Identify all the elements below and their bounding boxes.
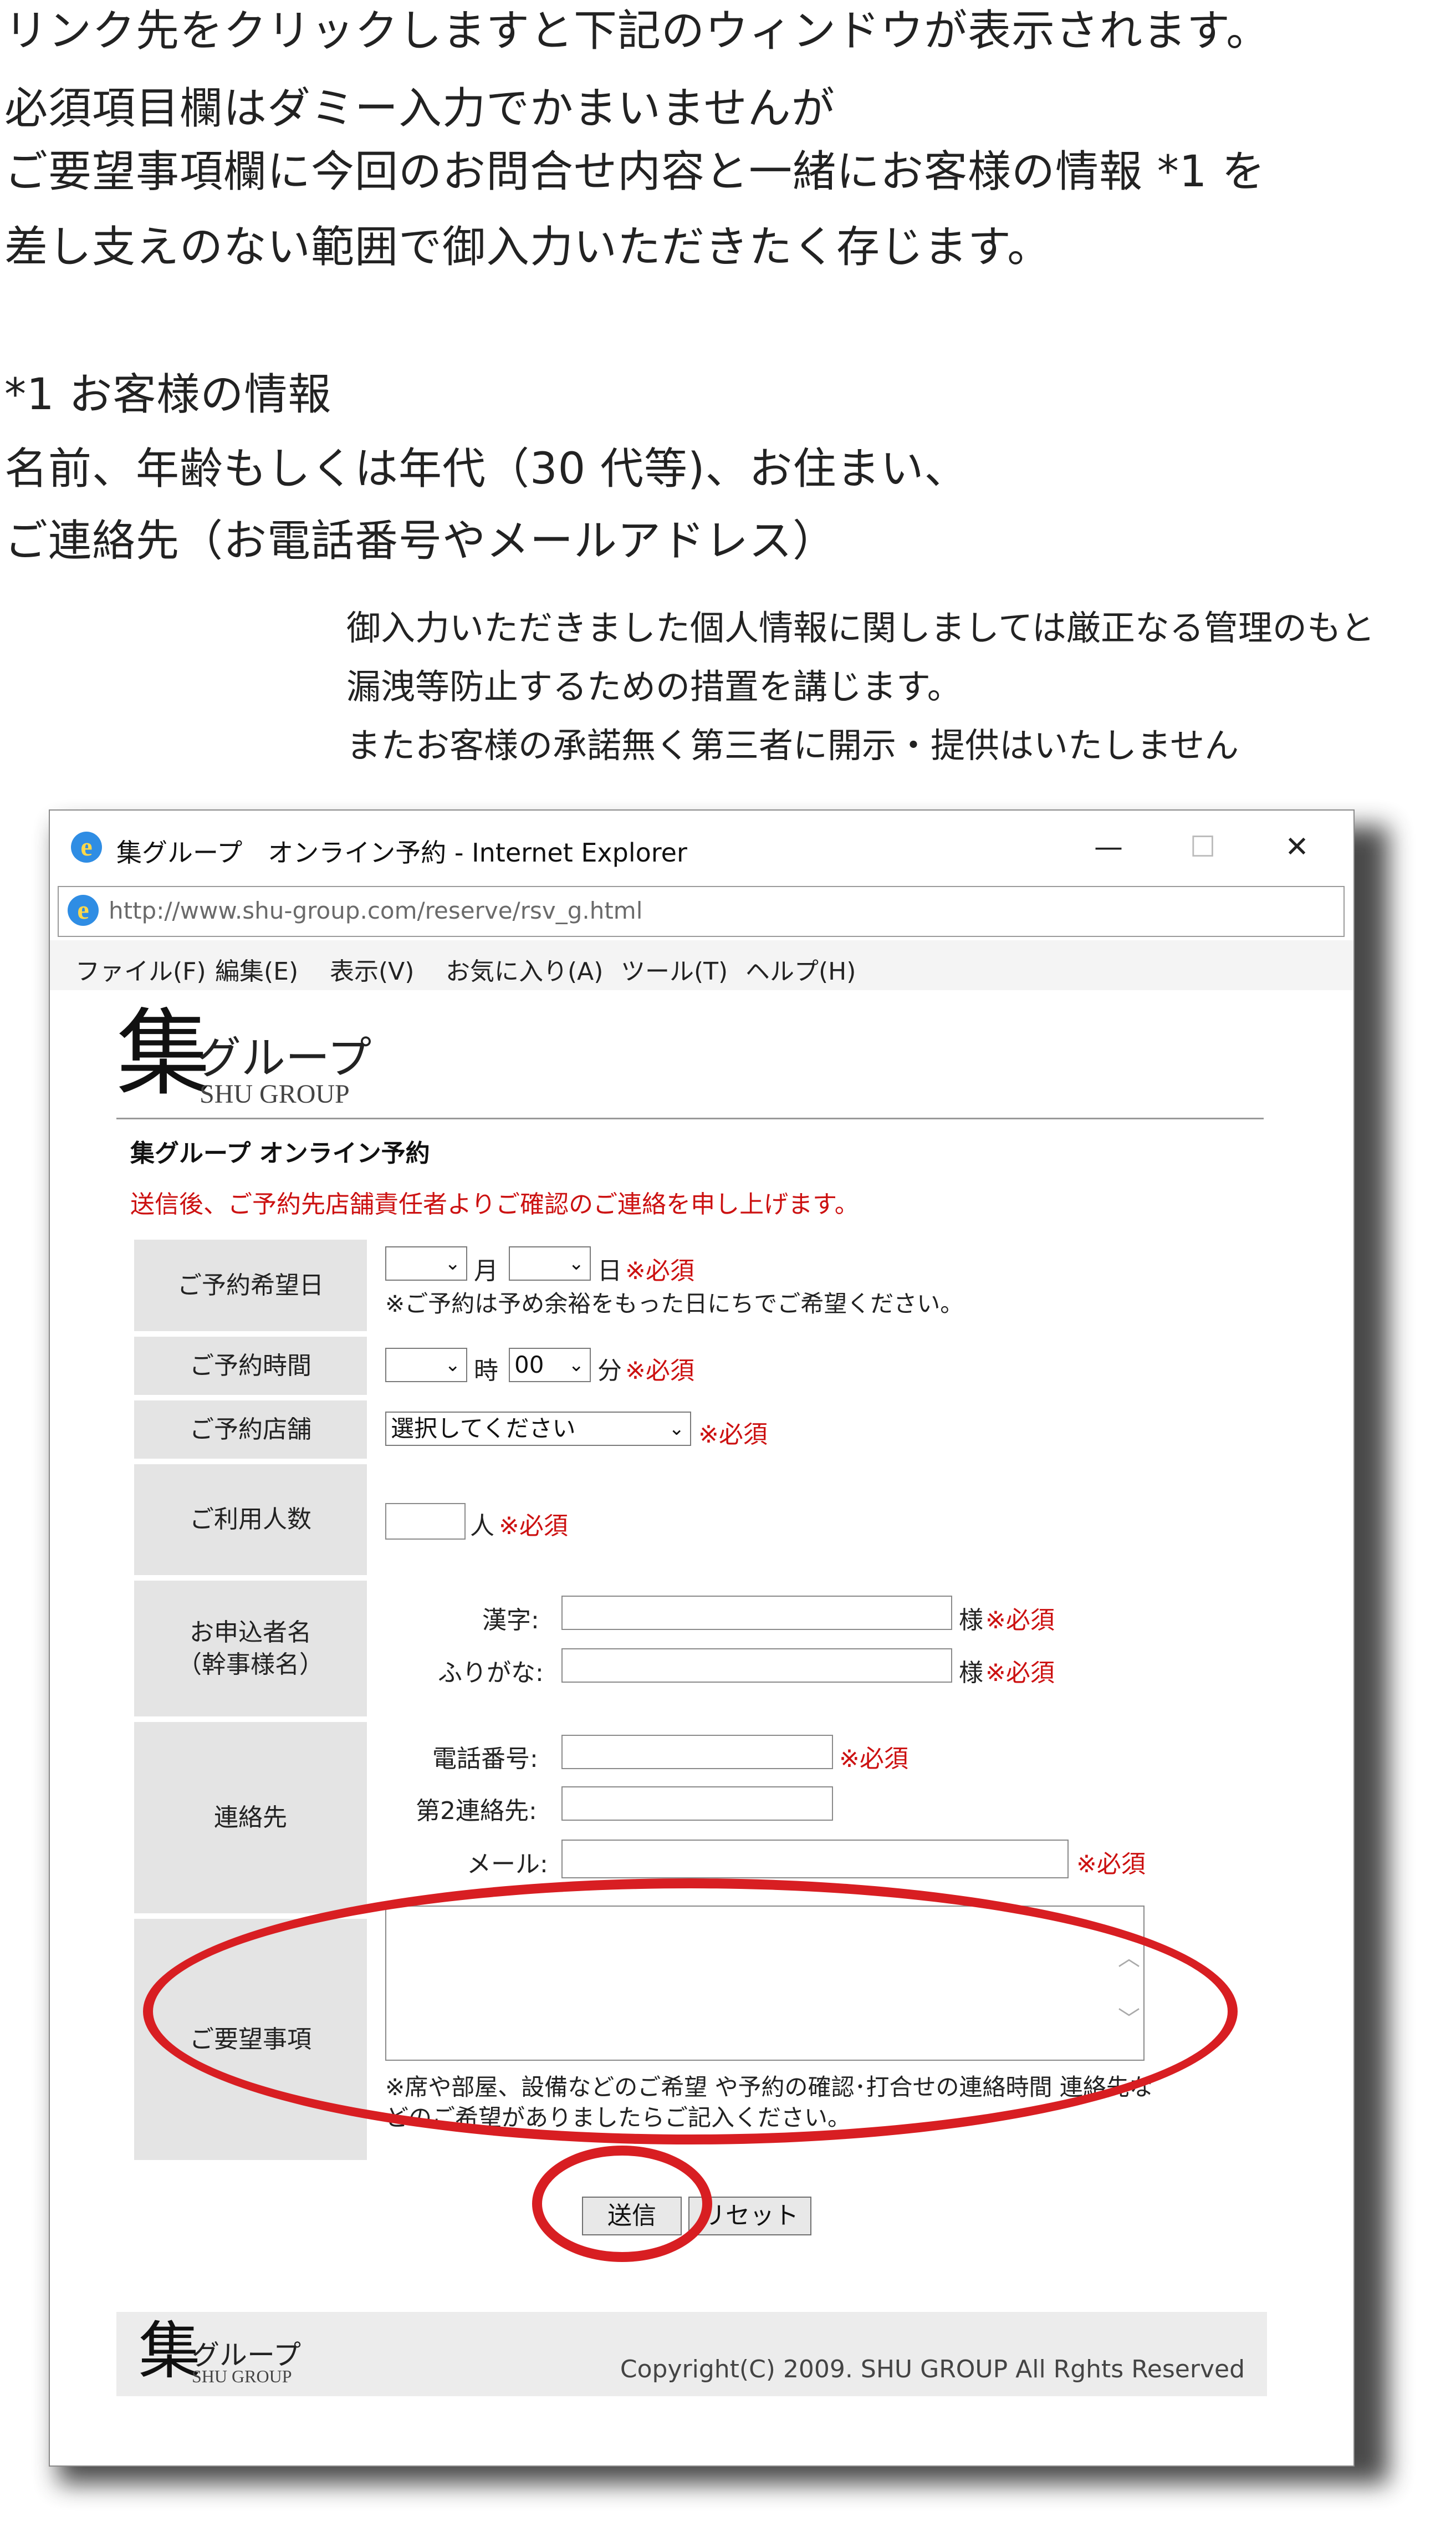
mail-input[interactable] [561, 1840, 1069, 1878]
store-required: ※必須 [698, 1420, 768, 1449]
minute-unit: 分 [597, 1357, 622, 1385]
menu-favorites[interactable]: お気に入り(A) [446, 951, 603, 987]
mail-required: ※必須 [1076, 1850, 1146, 1878]
month-unit: 月 [474, 1257, 498, 1285]
menu-edit[interactable]: 編集(E) [215, 951, 298, 987]
privacy-line-2: 漏洩等防止するための措置を講じます。 [346, 666, 962, 707]
kana-label: ふりがな: [438, 1659, 544, 1687]
footnote-title: *1 お客様の情報 [4, 370, 332, 420]
internet-explorer-icon: e [71, 832, 102, 863]
footer-logo-en: SHU GROUP [192, 2366, 292, 2386]
mail-label: メール: [467, 1850, 548, 1878]
page-footer: 集 グループ SHU GROUP Copyright(C) 2009. SHU … [116, 2312, 1267, 2396]
menu-file[interactable]: ファイル(F) [75, 951, 206, 987]
submit-highlight-ellipse [532, 2146, 712, 2262]
minimize-button[interactable]: — [1086, 825, 1131, 869]
page-notice: 送信後、ご予約先店舗責任者よりご確認のご連絡を申し上げます。 [130, 1190, 859, 1219]
name-kanji-input[interactable] [561, 1596, 952, 1630]
label-people: ご利用人数 [134, 1464, 367, 1575]
label-applicant: お申込者名 （幹事様名） [134, 1581, 367, 1716]
phone-required: ※必須 [839, 1745, 908, 1773]
privacy-line-1: 御入力いただきました個人情報に関しましては厳正なる管理のもと [346, 608, 1375, 648]
window-title: 集グループ オンライン予約 - Internet Explorer [116, 838, 687, 868]
logo-en: SHU GROUP [200, 1079, 350, 1109]
store-select[interactable]: 選択してください ⌄ [385, 1412, 691, 1446]
minute-select[interactable]: 00 ⌄ [509, 1348, 591, 1382]
phone-label: 電話番号: [432, 1745, 538, 1773]
phone2-label: 第2連絡先: [416, 1797, 537, 1825]
menu-bar: ファイル(F) 編集(E) 表示(V) お気に入り(A) ツール(T) ヘルプ(… [50, 940, 1353, 990]
privacy-line-3: またお客様の承諾無く第三者に開示・提供はいたしません [346, 725, 1239, 766]
title-bar: e 集グループ オンライン予約 - Internet Explorer — ☐ … [50, 811, 1353, 894]
hour-select[interactable]: ⌄ [385, 1348, 467, 1382]
label-store: ご予約店舗 [134, 1400, 367, 1459]
intro-line-3: ご要望事項欄に今回のお問合せ内容と一緒にお客様の情報 *1 を [4, 147, 1266, 197]
menu-help[interactable]: ヘルプ(H) [745, 951, 856, 987]
kanji-label: 漢字: [482, 1606, 539, 1634]
people-required: ※必須 [499, 1512, 568, 1540]
people-unit: 人 [470, 1512, 494, 1540]
name-kana-suffix: 様 [959, 1659, 983, 1687]
address-bar[interactable]: e http://www.shu-group.com/reserve/rsv_g… [58, 886, 1345, 937]
day-unit: 日 [597, 1257, 622, 1285]
header-divider [116, 1118, 1264, 1119]
intro-line-1: リンク先をクリックしますと下記のウィンドウが表示されます。 [4, 6, 1270, 56]
phone2-input[interactable] [561, 1786, 833, 1821]
phone-input[interactable] [561, 1735, 833, 1769]
date-required: ※必須 [625, 1257, 694, 1285]
close-button[interactable]: ✕ [1275, 825, 1319, 869]
time-required: ※必須 [625, 1357, 694, 1385]
footnote-line-2: ご連絡先（お電話番号やメールアドレス） [4, 516, 837, 566]
menu-view[interactable]: 表示(V) [330, 951, 414, 987]
day-select[interactable]: ⌄ [509, 1246, 591, 1281]
name-kanji-suffix: 様 [959, 1606, 983, 1634]
page-icon: e [68, 895, 99, 926]
name-kanji-required: ※必須 [985, 1606, 1055, 1634]
copyright-text: Copyright(C) 2009. SHU GROUP All Rghts R… [620, 2355, 1245, 2383]
hour-unit: 時 [474, 1357, 498, 1385]
menu-tools[interactable]: ツール(T) [621, 951, 728, 987]
page-content: 集 グループ SHU GROUP 集グループ オンライン予約 送信後、ご予約先店… [50, 990, 1353, 2465]
name-kana-input[interactable] [561, 1648, 952, 1683]
label-time: ご予約時間 [134, 1337, 367, 1395]
name-kana-required: ※必須 [985, 1659, 1055, 1687]
month-select[interactable]: ⌄ [385, 1246, 467, 1281]
logo-kana: グループ [197, 1032, 372, 1084]
requests-highlight-ellipse [143, 1878, 1238, 2144]
label-contact: 連絡先 [134, 1722, 367, 1913]
maximize-button[interactable]: ☐ [1181, 825, 1225, 869]
page-title: 集グループ オンライン予約 [130, 1139, 430, 1168]
label-date: ご予約希望日 [134, 1240, 367, 1331]
date-hint: ※ご予約は予め余裕をもった日にちでご希望ください。 [385, 1290, 964, 1317]
url-text[interactable]: http://www.shu-group.com/reserve/rsv_g.h… [109, 897, 642, 924]
intro-line-4: 差し支えのない範囲で御入力いただきたく存じます。 [4, 222, 1051, 272]
footnote-line-1: 名前、年齢もしくは年代（30 代等)、お住まい、 [4, 444, 968, 494]
people-input[interactable] [385, 1503, 466, 1540]
